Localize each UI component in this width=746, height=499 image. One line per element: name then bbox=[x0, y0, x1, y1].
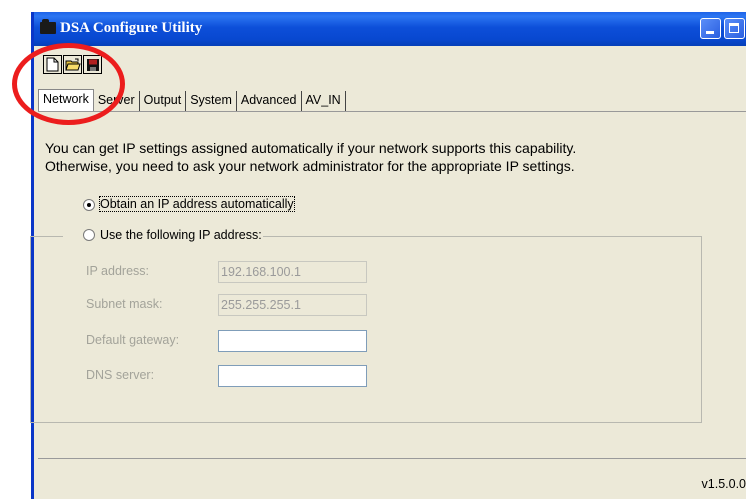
default-gateway-label: Default gateway: bbox=[86, 333, 180, 347]
subnet-mask-field[interactable]: 255.255.255.1 bbox=[218, 294, 367, 316]
radio-static-ip[interactable] bbox=[83, 229, 95, 241]
subnet-mask-label: Subnet mask: bbox=[86, 297, 163, 311]
tab-av-in[interactable]: AV_IN bbox=[302, 91, 346, 111]
title-bar[interactable]: DSA Configure Utility bbox=[34, 12, 746, 46]
tab-advanced[interactable]: Advanced bbox=[237, 91, 302, 111]
info-text: You can get IP settings assigned automat… bbox=[45, 139, 576, 175]
maximize-button[interactable] bbox=[724, 18, 745, 39]
window-title: DSA Configure Utility bbox=[60, 20, 203, 36]
ip-address-label: IP address: bbox=[86, 264, 150, 278]
info-line-1: You can get IP settings assigned automat… bbox=[45, 140, 577, 156]
radio-auto-ip[interactable] bbox=[83, 199, 95, 211]
tab-output[interactable]: Output bbox=[140, 91, 187, 111]
minimize-button[interactable] bbox=[700, 18, 721, 39]
red-annotation-circle bbox=[12, 43, 125, 125]
version-label: v1.5.0.0 bbox=[701, 477, 746, 491]
status-bar: v1.5.0.0 bbox=[38, 458, 746, 499]
dns-server-field[interactable] bbox=[218, 365, 367, 387]
radio-auto-ip-label[interactable]: Obtain an IP address automatically bbox=[99, 196, 295, 212]
tab-system[interactable]: System bbox=[186, 91, 237, 111]
default-gateway-field[interactable] bbox=[218, 330, 367, 352]
ip-address-field[interactable]: 192.168.100.1 bbox=[218, 261, 367, 283]
radio-static-ip-label[interactable]: Use the following IP address: bbox=[100, 228, 262, 242]
dns-server-label: DNS server: bbox=[86, 368, 155, 382]
folder-icon bbox=[40, 19, 56, 34]
info-line-2: Otherwise, you need to ask your network … bbox=[45, 158, 575, 174]
